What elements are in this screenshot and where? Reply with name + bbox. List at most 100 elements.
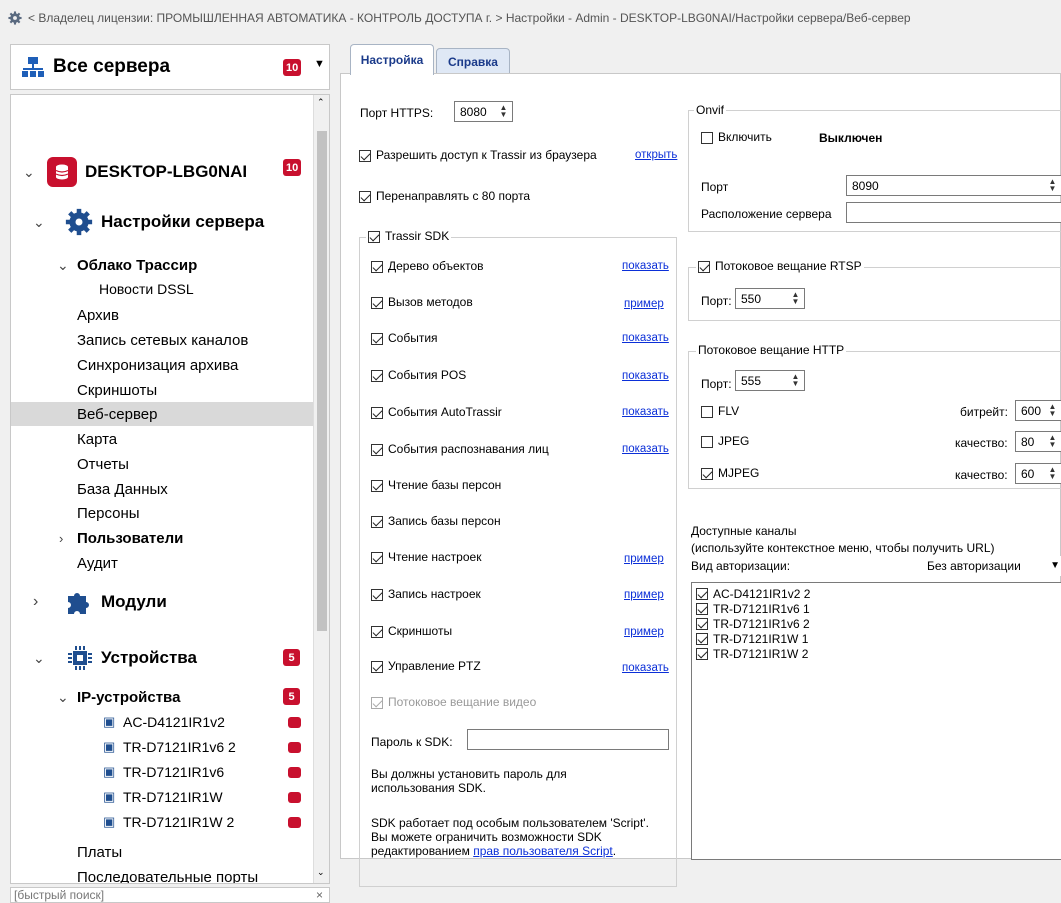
checkbox[interactable] xyxy=(371,332,383,345)
script-rights-link[interactable]: прав пользователя Script xyxy=(473,844,613,858)
onvif-port-spinner[interactable]: 8090 ▲ ▼ xyxy=(846,175,1061,196)
tree-item-camera[interactable]: ▣ TR-D7121IR1v6 xyxy=(11,760,314,784)
tree-item-server[interactable]: ⌄ DESKTOP-LBG0NAI 10 xyxy=(11,157,314,187)
checkbox[interactable] xyxy=(371,479,383,492)
sdk-item[interactable]: События POS xyxy=(371,368,466,382)
checkbox[interactable] xyxy=(701,435,713,448)
chevron-down-icon[interactable]: ⌄ xyxy=(57,257,69,274)
mjpeg-checkbox[interactable]: MJPEG xyxy=(701,466,759,480)
scrollbar-thumb[interactable] xyxy=(317,131,327,631)
tree-item-persons[interactable]: Персоны xyxy=(11,501,314,525)
sdk-password-field[interactable] xyxy=(467,729,669,750)
tree-item-network-recording[interactable]: Запись сетевых каналов xyxy=(11,328,314,352)
checkbox[interactable] xyxy=(696,617,708,630)
all-servers-dropdown[interactable]: Все сервера 10 ▼ xyxy=(10,44,330,90)
chevron-right-icon[interactable]: › xyxy=(59,531,63,546)
server-tree[interactable]: ⌄ DESKTOP-LBG0NAI 10 ⌄ Настройки сервера… xyxy=(10,94,330,884)
sdk-item[interactable]: Дерево объектов xyxy=(371,259,484,273)
tree-item-archive[interactable]: Архив xyxy=(11,303,314,327)
sdk-item[interactable]: Чтение базы персон xyxy=(371,478,501,492)
tree-item-camera[interactable]: ▣ TR-D7121IR1W 2 xyxy=(11,810,314,834)
chevron-down-icon[interactable]: ▼ xyxy=(1050,560,1060,571)
sdk-item[interactable]: Вызов методов xyxy=(371,295,473,309)
checkbox[interactable] xyxy=(701,467,713,480)
tree-item-users[interactable]: › Пользователи xyxy=(11,526,314,550)
auth-type-select[interactable]: Без авторизации ▼ xyxy=(923,556,1061,576)
chevron-down-icon[interactable]: ⌄ xyxy=(33,650,45,667)
sdk-link[interactable]: показать xyxy=(622,370,669,382)
tree-item-cloud[interactable]: ⌄ Облако Трассир xyxy=(11,253,314,277)
chevron-down-icon[interactable]: ⌄ xyxy=(23,164,35,181)
checkbox[interactable] xyxy=(371,406,383,419)
sdk-link[interactable]: пример xyxy=(624,553,664,565)
rtsp-group-header[interactable]: Потоковое вещание RTSP xyxy=(696,259,864,273)
jpeg-checkbox[interactable]: JPEG xyxy=(701,434,749,448)
checkbox[interactable] xyxy=(696,587,708,600)
spinner-arrows-icon[interactable]: ▲ ▼ xyxy=(789,291,802,306)
open-link[interactable]: открыть xyxy=(635,149,677,161)
checkbox[interactable] xyxy=(371,369,383,382)
sdk-item[interactable]: События AutoTrassir xyxy=(371,405,502,419)
tree-item-devices[interactable]: ⌄ Устройства 5 xyxy=(11,643,314,673)
spinner-arrows-icon[interactable]: ▲ ▼ xyxy=(1046,178,1059,193)
sdk-item[interactable]: Управление PTZ xyxy=(371,659,481,673)
tab-help[interactable]: Справка xyxy=(436,48,510,74)
checkbox[interactable] xyxy=(371,625,383,638)
checkbox[interactable] xyxy=(371,660,383,673)
sdk-item[interactable]: Чтение настроек xyxy=(371,550,481,564)
checkbox[interactable] xyxy=(696,647,708,660)
tree-item-camera[interactable]: ▣ AC-D4121IR1v2 xyxy=(11,710,314,734)
tree-scrollbar[interactable]: ⌃ ⌄ xyxy=(313,95,329,883)
sdk-item[interactable]: События xyxy=(371,331,438,345)
tree-item-camera[interactable]: ▣ TR-D7121IR1v6 2 xyxy=(11,735,314,759)
sdk-link[interactable]: показать xyxy=(622,662,669,674)
checkbox[interactable] xyxy=(359,149,371,162)
checkbox[interactable] xyxy=(696,602,708,615)
tree-item-boards[interactable]: Платы xyxy=(11,840,314,864)
channels-list[interactable]: AC-D4121IR1v2 2 TR-D7121IR1v6 1 TR-D7121… xyxy=(691,582,1061,860)
jpeg-quality-spinner[interactable]: 80 ▲ ▼ xyxy=(1015,431,1061,452)
sdk-group-header[interactable]: Trassir SDK xyxy=(366,229,452,243)
scroll-up-icon[interactable]: ⌃ xyxy=(317,97,325,108)
sdk-link[interactable]: пример xyxy=(624,589,664,601)
checkbox[interactable] xyxy=(371,551,383,564)
spinner-arrows-icon[interactable]: ▲ ▼ xyxy=(1046,466,1059,481)
sdk-item[interactable]: События распознавания лиц xyxy=(371,442,549,456)
http-port-spinner[interactable]: 555 ▲ ▼ xyxy=(735,370,805,391)
redirect80-checkbox[interactable]: Перенаправлять с 80 порта xyxy=(359,189,530,203)
sdk-link[interactable]: показать xyxy=(622,332,669,344)
https-port-spinner[interactable]: 8080 ▲ ▼ xyxy=(454,101,513,122)
tree-item-audit[interactable]: Аудит xyxy=(11,551,314,575)
spinner-arrows-icon[interactable]: ▲ ▼ xyxy=(497,104,510,119)
mjpeg-quality-spinner[interactable]: 60 ▲ ▼ xyxy=(1015,463,1061,484)
checkbox[interactable] xyxy=(701,405,713,418)
tree-item-modules[interactable]: › Модули xyxy=(11,587,314,617)
tree-item-database[interactable]: База Данных xyxy=(11,477,314,501)
allow-browser-checkbox[interactable]: Разрешить доступ к Trassir из браузера xyxy=(359,148,597,162)
checkbox[interactable] xyxy=(701,131,713,144)
tree-item-map[interactable]: Карта xyxy=(11,427,314,451)
sdk-link[interactable]: пример xyxy=(624,298,664,310)
quick-search-input[interactable]: [быстрый поиск] × xyxy=(10,887,330,903)
onvif-enable-checkbox[interactable]: Включить xyxy=(701,130,772,144)
chevron-right-icon[interactable]: › xyxy=(33,593,38,611)
sdk-link[interactable]: показать xyxy=(622,443,669,455)
channel-item[interactable]: TR-D7121IR1v6 1 xyxy=(696,601,810,616)
channel-item[interactable]: AC-D4121IR1v2 2 xyxy=(696,586,810,601)
tree-item-reports[interactable]: Отчеты xyxy=(11,452,314,476)
channel-item[interactable]: TR-D7121IR1v6 2 xyxy=(696,616,810,631)
clear-icon[interactable]: × xyxy=(316,888,323,902)
tree-item-screenshots[interactable]: Скриншоты xyxy=(11,378,314,402)
sdk-item[interactable]: Скриншоты xyxy=(371,624,452,638)
tree-item-web-server[interactable]: Веб-сервер xyxy=(11,402,314,426)
tree-item-archive-sync[interactable]: Синхронизация архива xyxy=(11,353,314,377)
breadcrumb[interactable]: < Владелец лицензии: ПРОМЫШЛЕННАЯ АВТОМА… xyxy=(28,11,911,25)
tab-settings[interactable]: Настройка xyxy=(350,44,434,75)
sdk-item[interactable]: Запись базы персон xyxy=(371,514,501,528)
sdk-link[interactable]: показать xyxy=(622,406,669,418)
checkbox[interactable] xyxy=(371,588,383,601)
scroll-down-icon[interactable]: ⌄ xyxy=(317,867,325,878)
flv-checkbox[interactable]: FLV xyxy=(701,404,739,418)
chevron-down-icon[interactable]: ⌄ xyxy=(57,689,69,706)
spinner-arrows-icon[interactable]: ▲ ▼ xyxy=(1046,403,1059,418)
